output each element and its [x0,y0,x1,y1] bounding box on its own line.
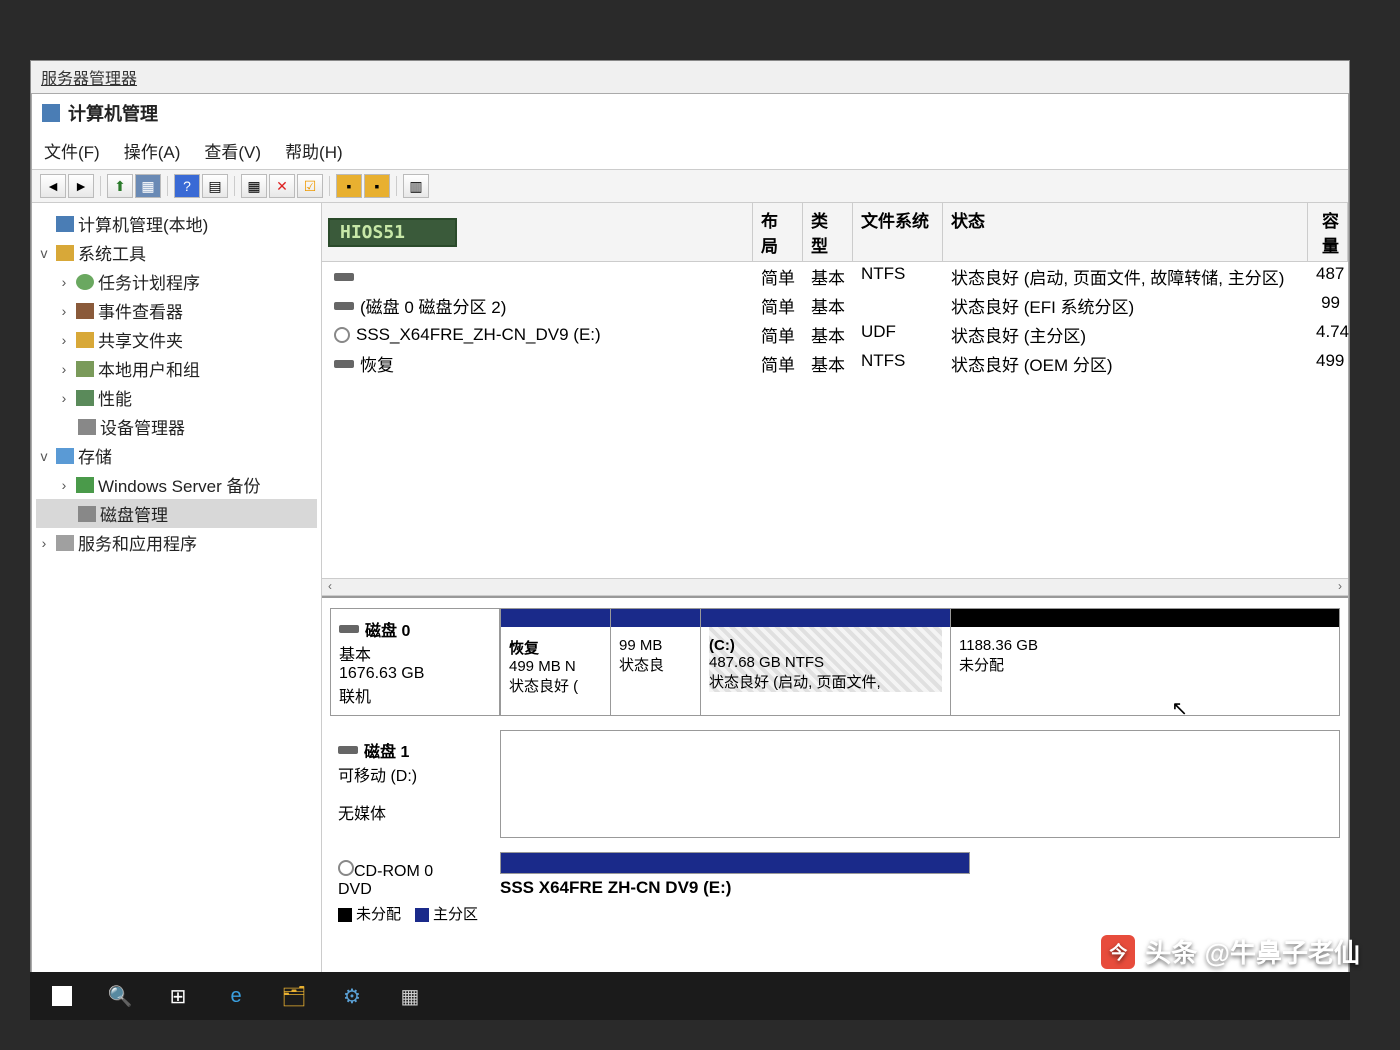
disk-icon [334,360,354,368]
taskbar-explorer[interactable]: 🗂 [266,974,322,1018]
tree-device-manager[interactable]: 设备管理器 [36,412,317,441]
volume-row[interactable]: (磁盘 0 磁盘分区 2) 简单 基本 状态良好 (EFI 系统分区) 99 [322,291,1348,320]
cd-icon [338,860,354,876]
cdrom-row[interactable]: CD-ROM 0 DVD 未分配 主分区 SSS X64FRE ZH-CN DV… [330,852,1340,936]
tree-system-tools[interactable]: v系统工具 [36,238,317,267]
forward-button[interactable]: ► [68,174,94,198]
tree-event-viewer[interactable]: ›事件查看器 [36,296,317,325]
legend-swatch-primary [415,908,429,922]
volume-row[interactable]: SSS_X64FRE_ZH-CN_DV9 (E:) 简单 基本 UDF 状态良好… [322,320,1348,349]
start-button[interactable] [34,974,90,1018]
computer-management-window: 计算机管理 文件(F) 操作(A) 查看(V) 帮助(H) ◄ ► ⬆ ▦ ? … [31,93,1349,983]
disk-1-row[interactable]: 磁盘 1 可移动 (D:) 无媒体 [330,730,1340,838]
task-view-button[interactable]: ⊞ [150,974,206,1018]
tree-performance[interactable]: ›性能 [36,383,317,412]
menubar: 文件(F) 操作(A) 查看(V) 帮助(H) [32,132,1348,170]
col-capacity[interactable]: 容量 [1308,203,1348,261]
tree-task-scheduler[interactable]: ›任务计划程序 [36,267,317,296]
disk-icon [334,273,354,281]
disk-0-label[interactable]: 磁盘 0 基本 1676.63 GB 联机 [330,608,500,716]
legend-swatch-unallocated [338,908,352,922]
horizontal-scrollbar[interactable]: ‹› [322,578,1348,596]
partition-recovery[interactable]: 恢复499 MB N状态良好 ( [500,609,610,715]
window-title: 计算机管理 [68,100,158,126]
tree-local-users[interactable]: ›本地用户和组 [36,354,317,383]
search-button[interactable]: 🔍 [92,974,148,1018]
taskbar-server-manager[interactable]: ⚙ [324,974,380,1018]
col-status[interactable]: 状态 [943,203,1308,261]
tool-c-button[interactable]: ▥ [403,174,429,198]
toolbar: ◄ ► ⬆ ▦ ? ▤ ▦ ✕ ☑ ▪ ▪ ▥ [32,170,1348,203]
partition-efi[interactable]: 99 MB状态良 [610,609,700,715]
taskbar-app[interactable]: ▦ [382,974,438,1018]
refresh-button[interactable]: ▦ [241,174,267,198]
tree-storage[interactable]: v存储 [36,441,317,470]
legend: 未分配 主分区 [338,899,492,928]
cd-icon [334,327,350,343]
volume-row[interactable]: 简单 基本 NTFS 状态良好 (启动, 页面文件, 故障转储, 主分区) 48… [322,262,1348,291]
menu-file[interactable]: 文件(F) [44,138,100,163]
partition-unallocated[interactable]: 1188.36 GB未分配 [950,609,1339,715]
app-icon [42,104,60,122]
tree-shared-folders[interactable]: ›共享文件夹 [36,325,317,354]
cdrom-volume-name: SSS X64FRE ZH-CN DV9 (E:) [500,874,1340,902]
disk-icon [338,746,358,754]
back-button[interactable]: ◄ [40,174,66,198]
tool-b-button[interactable]: ▪ [364,174,390,198]
menu-view[interactable]: 查看(V) [204,138,261,163]
tree-disk-management[interactable]: 磁盘管理 [36,499,317,528]
partition-c[interactable]: (C:)487.68 GB NTFS状态良好 (启动, 页面文件, [700,609,950,715]
titlebar: 计算机管理 [32,94,1348,132]
properties-button[interactable]: ▦ [135,174,161,198]
disk-icon [334,302,354,310]
disk-icon [339,625,359,633]
col-type[interactable]: 类型 [803,203,853,261]
watermark-logo-icon: 今 [1101,935,1135,969]
taskbar[interactable]: 🔍 ⊞ e 🗂 ⚙ ▦ [30,972,1350,1020]
help-button[interactable]: ? [174,174,200,198]
col-filesystem[interactable]: 文件系统 [853,203,943,261]
disk-graphical-panel: 磁盘 0 基本 1676.63 GB 联机 恢复499 MB N状态良好 ( [322,596,1348,946]
delete-button[interactable]: ✕ [269,174,295,198]
cdrom-partition-bar[interactable] [500,852,970,874]
col-layout[interactable]: 布局 [753,203,803,261]
parent-window-title: 服务器管理器 [31,61,1349,93]
check-button[interactable]: ☑ [297,174,323,198]
tree-ws-backup[interactable]: ›Windows Server 备份 [36,470,317,499]
header-tag: HIOS51 [328,218,457,247]
up-button[interactable]: ⬆ [107,174,133,198]
content-pane: HIOS51 布局 类型 文件系统 状态 容量 简单 基本 NTFS 状态良好 … [322,203,1348,985]
volume-list[interactable]: 简单 基本 NTFS 状态良好 (启动, 页面文件, 故障转储, 主分区) 48… [322,262,1348,378]
tool-a-button[interactable]: ▪ [336,174,362,198]
volume-row[interactable]: 恢复 简单 基本 NTFS 状态良好 (OEM 分区) 499 [322,349,1348,378]
taskbar-ie[interactable]: e [208,974,264,1018]
disk-0-row[interactable]: 磁盘 0 基本 1676.63 GB 联机 恢复499 MB N状态良好 ( [330,608,1340,716]
view-button[interactable]: ▤ [202,174,228,198]
tree-services[interactable]: ›服务和应用程序 [36,528,317,557]
menu-help[interactable]: 帮助(H) [285,138,343,163]
nav-tree[interactable]: 计算机管理(本地) v系统工具 ›任务计划程序 ›事件查看器 ›共享文件夹 ›本… [32,203,322,985]
menu-action[interactable]: 操作(A) [124,138,181,163]
volume-list-header: HIOS51 布局 类型 文件系统 状态 容量 [322,203,1348,262]
tree-root[interactable]: 计算机管理(本地) [36,209,317,238]
disk-1-label[interactable]: 磁盘 1 可移动 (D:) 无媒体 [330,730,500,838]
watermark: 今 头条 @牛鼻子老仙 [1101,933,1360,970]
